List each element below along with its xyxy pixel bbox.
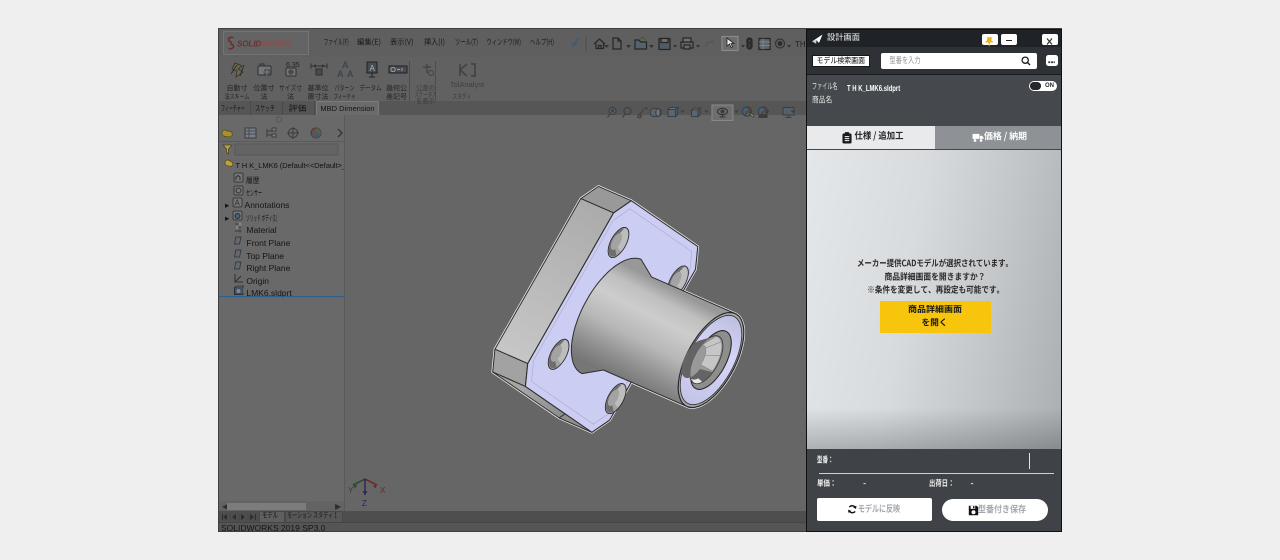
svg-text:X: X [380,486,386,495]
svg-text:TH: TH [795,40,806,49]
svg-text:A: A [369,64,375,73]
svg-text:A: A [347,69,354,79]
svg-text:Y: Y [348,486,354,495]
svg-text:WORKS: WORKS [262,40,293,49]
svg-text:SOLID: SOLID [237,40,261,49]
svg-text:Z: Z [362,499,367,508]
svg-text:A: A [234,199,240,208]
svg-text:A: A [337,69,344,79]
